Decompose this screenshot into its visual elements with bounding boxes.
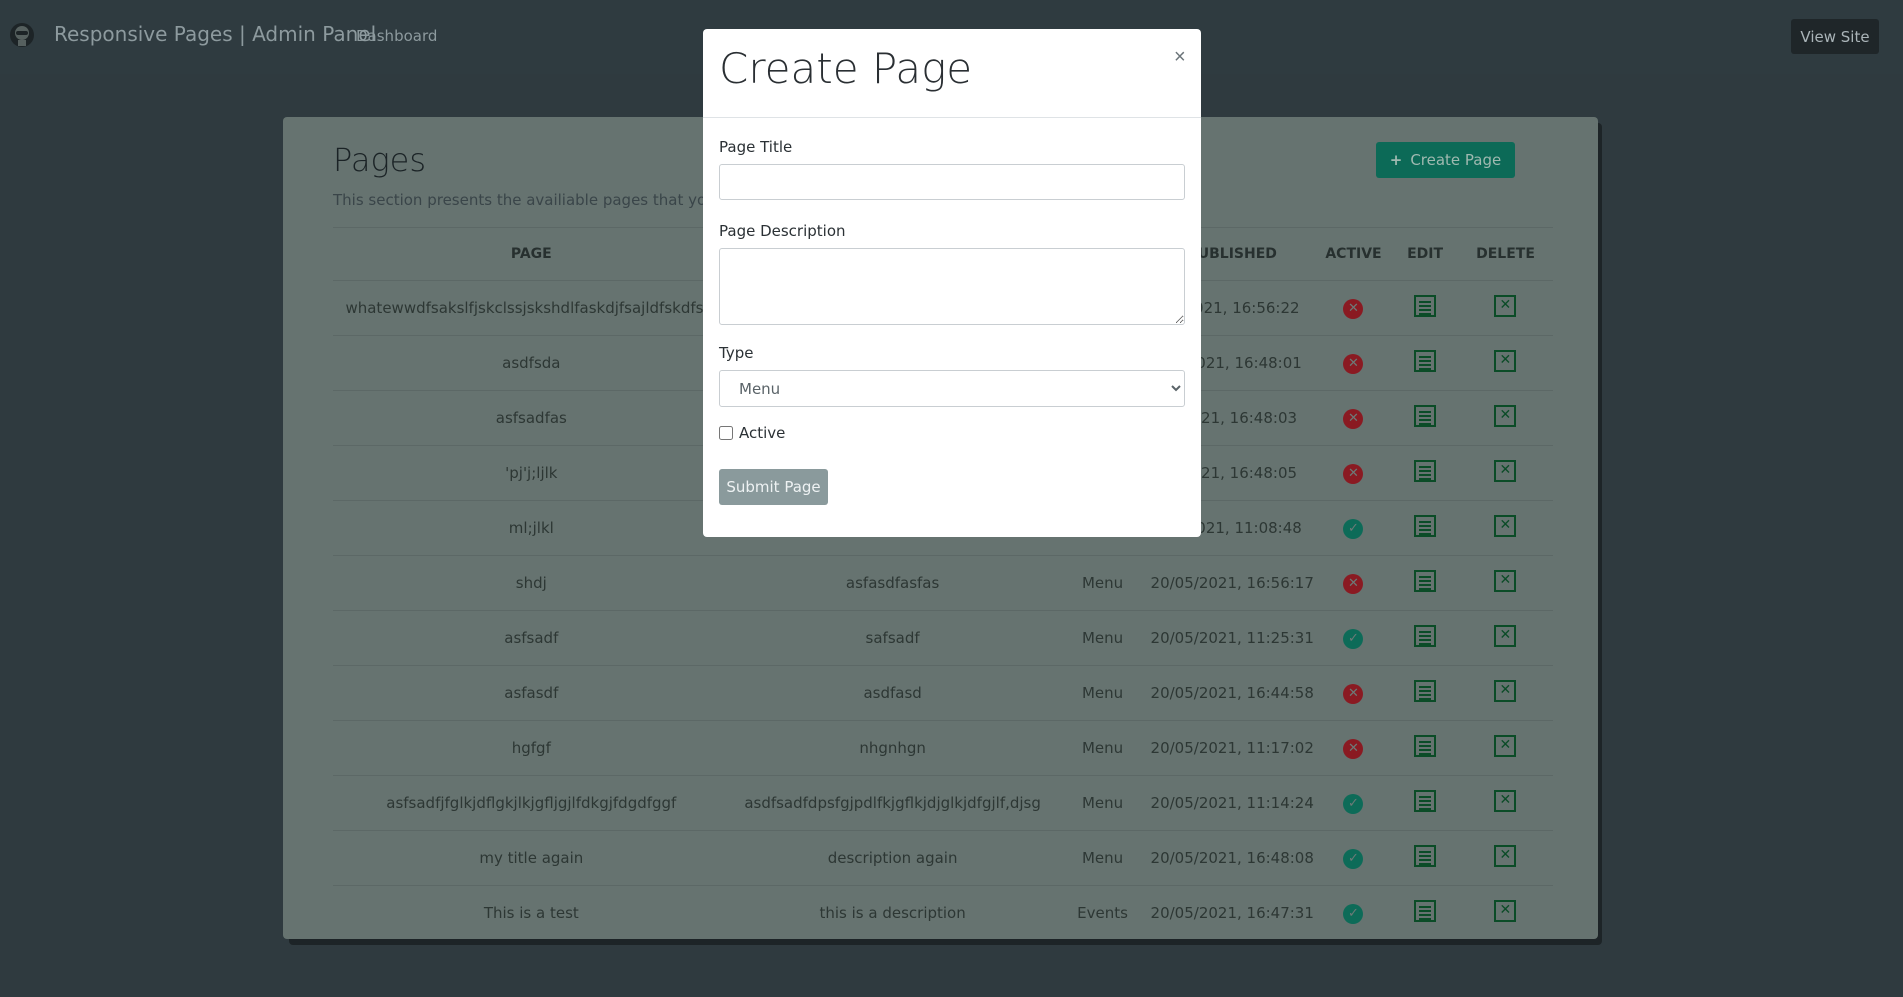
modal-title: Create Page (719, 44, 973, 93)
type-select[interactable]: Menu (719, 370, 1185, 407)
active-checkbox[interactable] (719, 426, 733, 440)
active-label[interactable]: Active (739, 424, 785, 442)
create-page-modal: Create Page × Page Title Page Descriptio… (703, 29, 1201, 537)
modal-header: Create Page × (703, 29, 1201, 118)
page-description-textarea[interactable] (719, 248, 1185, 325)
type-label: Type (719, 344, 754, 362)
page-title-input[interactable] (719, 164, 1185, 200)
page-title-label: Page Title (719, 138, 793, 156)
submit-page-button[interactable]: Submit Page (719, 469, 828, 505)
page-description-label: Page Description (719, 222, 846, 240)
close-icon[interactable]: × (1168, 45, 1188, 68)
